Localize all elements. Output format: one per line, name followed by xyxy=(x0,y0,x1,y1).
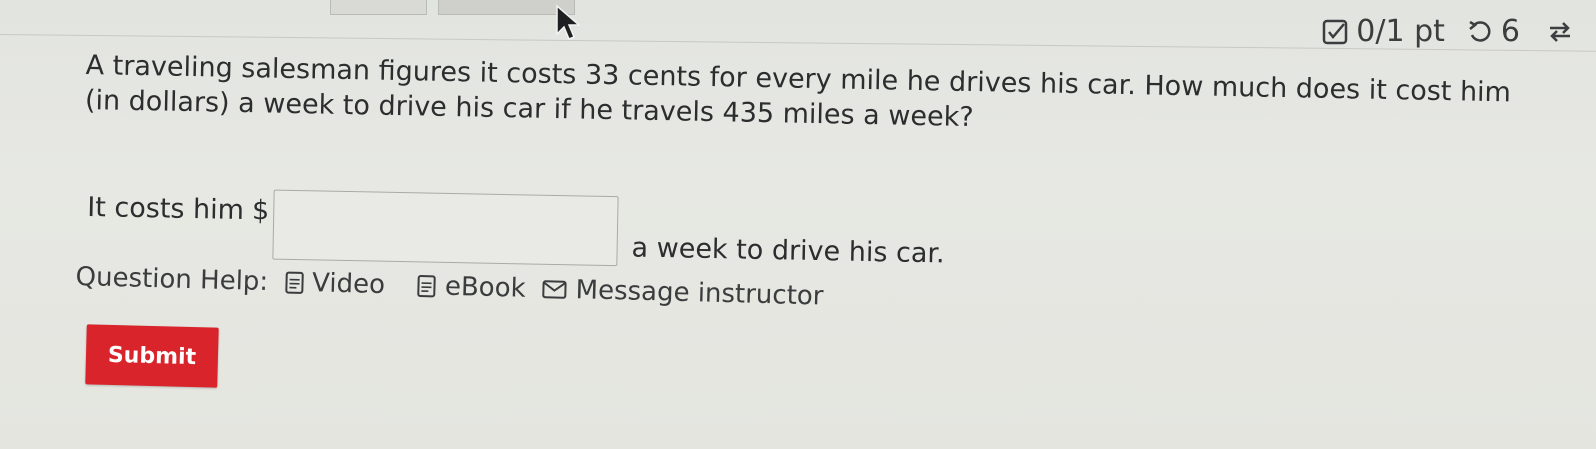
document-icon xyxy=(417,274,438,299)
message-instructor-link[interactable]: Message instructor xyxy=(541,274,824,312)
message-instructor-label: Message instructor xyxy=(575,275,824,312)
swap-icon[interactable] xyxy=(1546,18,1574,46)
answer-row: It costs him $ a week to drive his car. xyxy=(87,172,946,269)
answer-suffix: a week to drive his car. xyxy=(631,231,945,269)
question-help-label: Question Help: xyxy=(75,262,269,298)
checkbox-icon xyxy=(1322,19,1348,45)
mouse-cursor-icon xyxy=(555,4,585,48)
question-help: Question Help: Video eBook Message instr… xyxy=(75,262,824,312)
answer-input[interactable] xyxy=(272,189,619,267)
attempts-count: 6 xyxy=(1500,14,1520,49)
document-icon xyxy=(284,270,305,295)
submit-button[interactable]: Submit xyxy=(85,324,219,388)
envelope-icon xyxy=(541,279,568,300)
answer-prefix: It costs him xyxy=(87,191,245,226)
question-text: A traveling salesman figures it costs 33… xyxy=(84,49,1512,134)
currency-symbol: $ xyxy=(251,194,270,226)
tab-inactive[interactable] xyxy=(330,0,427,15)
ebook-link[interactable]: eBook xyxy=(417,271,526,304)
ebook-link-label: eBook xyxy=(444,271,527,304)
points-text: 0/1 pt xyxy=(1356,14,1445,49)
retry-icon[interactable] xyxy=(1467,19,1493,45)
video-link[interactable]: Video xyxy=(284,267,386,301)
score-area: 0/1 pt 6 xyxy=(1322,14,1574,49)
video-link-label: Video xyxy=(311,268,386,301)
